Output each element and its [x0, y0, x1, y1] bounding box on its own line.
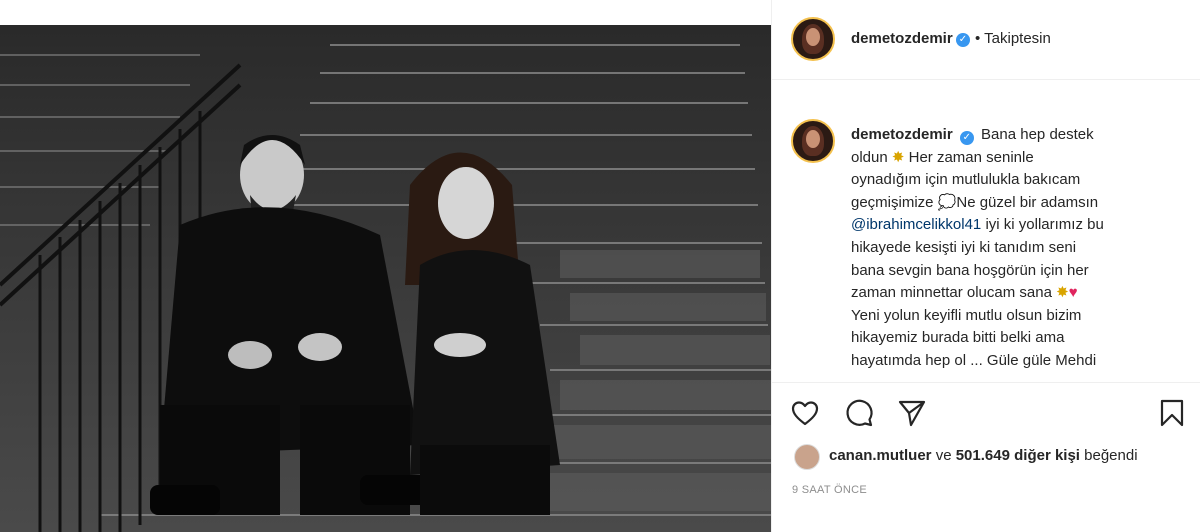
verified-badge-icon: ✓ — [959, 131, 974, 145]
caption-line: geçmişimize — [851, 193, 934, 211]
caption-line: oynadığım için mutlulukla bakıcam — [851, 171, 1081, 189]
caption-line: hikayede kesişti iyi ki tanıdım seni — [851, 238, 1077, 256]
bookmark-icon[interactable] — [1156, 397, 1188, 429]
sparkle-emoji-icon: ✸ — [891, 148, 905, 166]
photo-scene — [0, 25, 771, 532]
paper-plane-icon[interactable] — [896, 397, 928, 429]
avatar-face — [806, 130, 820, 148]
likes-count-link[interactable]: 501.649 diğer kişi — [956, 447, 1080, 464]
post-actions — [772, 383, 1200, 443]
caption-line: oldun — [851, 148, 888, 166]
caption-line: Ne güzel bir adamsın — [956, 193, 1099, 211]
post-header: demetozdemir ✓ • Takiptesin — [772, 0, 1200, 80]
liker-avatar[interactable] — [794, 444, 820, 470]
caption-line: hikayemiz burada bitti belki ama — [851, 329, 1065, 347]
red-heart-emoji-icon: ♥ — [1068, 284, 1078, 302]
caption-line: zaman minnettar olucam sana — [851, 284, 1052, 302]
avatar-face — [806, 28, 820, 46]
caption-line: Her zaman seninle — [908, 148, 1034, 166]
post-timestamp[interactable]: 9 SAAT ÖNCE — [792, 484, 867, 496]
caption-line: Bana hep destek — [981, 126, 1094, 143]
likes-row: canan.mutluer ve 501.649 diğer kişi beğe… — [772, 440, 1200, 476]
likes-summary: canan.mutluer ve 501.649 diğer kişi beğe… — [829, 447, 1138, 464]
post-side-panel: demetozdemir ✓ • Takiptesin demetozdemir… — [771, 0, 1200, 532]
caption-line: Yeni yolun keyifli mutlu olsun bizim — [851, 306, 1082, 324]
caption-username[interactable]: demetozdemir — [851, 126, 953, 143]
speech-bubble-emoji-icon: 💭 — [937, 193, 957, 211]
author-username[interactable]: demetozdemir — [851, 30, 953, 47]
caption-avatar[interactable] — [791, 119, 835, 163]
post-caption: demetozdemir ✓ Bana hep destek oldun ✸ H… — [851, 124, 1171, 373]
follow-status[interactable]: • Takiptesin — [975, 30, 1051, 47]
likes-connector: ve — [935, 447, 952, 464]
caption-line: bana sevgin bana hoşgörün için her — [851, 261, 1089, 279]
caption-area: demetozdemir ✓ Bana hep destek oldun ✸ H… — [772, 80, 1200, 383]
sparkle-emoji-icon: ✸ — [1056, 284, 1069, 302]
caption-line: iyi ki yollarımız bu — [985, 216, 1104, 234]
author-avatar[interactable] — [791, 17, 835, 61]
liker-username[interactable]: canan.mutluer — [829, 447, 932, 464]
comment-icon[interactable] — [843, 397, 875, 429]
post-photo[interactable] — [0, 25, 771, 532]
verified-badge-icon: ✓ — [956, 33, 970, 47]
heart-outline-icon[interactable] — [789, 397, 821, 429]
instagram-post-view: demetozdemir ✓ • Takiptesin demetozdemir… — [0, 0, 1200, 532]
caption-line: hayatımda hep ol ... Güle güle Mehdi — [851, 351, 1097, 369]
caption-mention-link[interactable]: @ibrahimcelikkol41 — [851, 216, 981, 233]
likes-suffix: beğendi — [1084, 447, 1138, 464]
